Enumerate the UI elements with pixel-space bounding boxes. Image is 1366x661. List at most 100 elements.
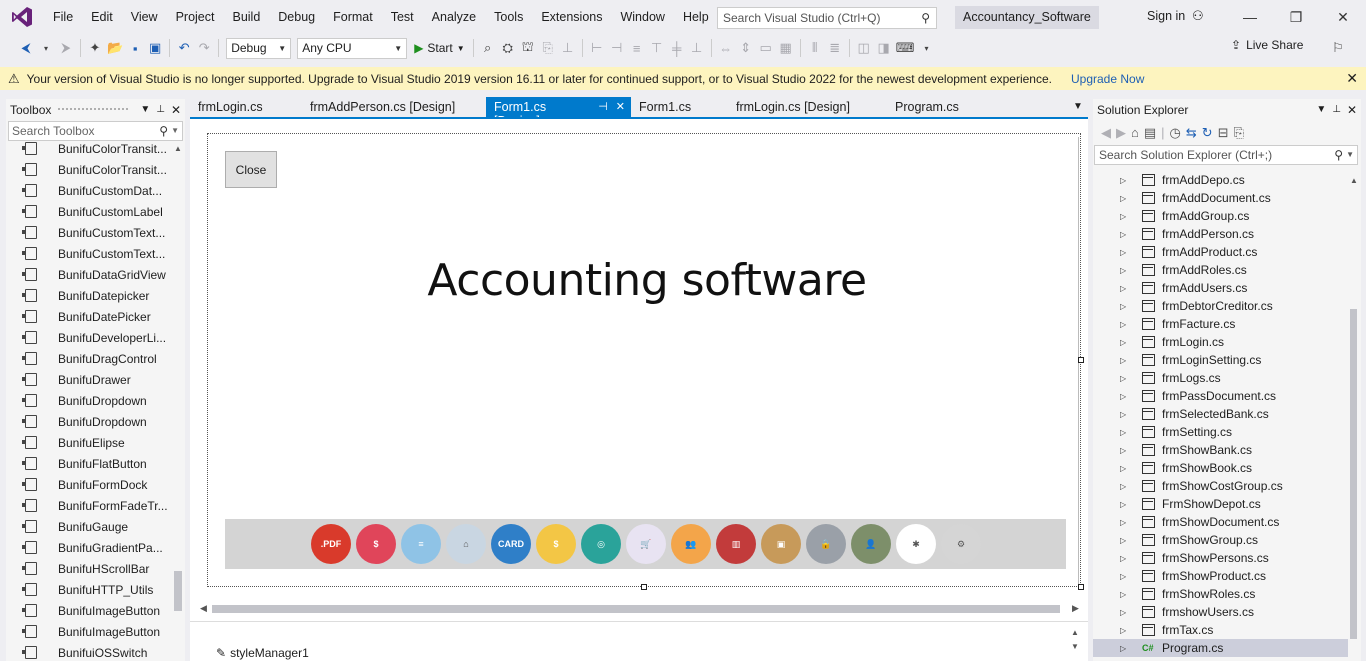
forward-icon[interactable]: ▶: [1116, 125, 1126, 141]
expand-icon[interactable]: ▷: [1120, 644, 1128, 653]
menu-item-11[interactable]: Window: [611, 0, 673, 34]
solution-file-item[interactable]: ▷ frmShowBank.cs: [1093, 441, 1348, 459]
scroll-up-icon[interactable]: ▲: [1350, 176, 1358, 185]
scroll-thumb[interactable]: [174, 571, 182, 611]
scroll-up-icon[interactable]: ▲: [174, 144, 182, 153]
align-middles-icon[interactable]: ╪: [667, 37, 687, 59]
feedback-icon[interactable]: ⚐: [1328, 37, 1348, 59]
solution-file-item[interactable]: ▷ frmShowDocument.cs: [1093, 513, 1348, 531]
solution-file-item[interactable]: ▷ FrmShowDepot.cs: [1093, 495, 1348, 513]
toolbox-item[interactable]: BunifuCustomText...: [6, 222, 172, 243]
menu-item-10[interactable]: Extensions: [532, 0, 611, 34]
size-to-grid-icon[interactable]: ▦: [776, 37, 796, 59]
expand-icon[interactable]: ▷: [1120, 590, 1128, 599]
open-file-icon[interactable]: 📂: [105, 37, 125, 59]
align-tops-icon[interactable]: ⊤: [647, 37, 667, 59]
expand-icon[interactable]: ▷: [1120, 626, 1128, 635]
solution-file-item[interactable]: ▷ frmShowProduct.cs: [1093, 567, 1348, 585]
card-icon[interactable]: CARD: [491, 524, 531, 564]
tab-0[interactable]: frmLogin.cs: [190, 97, 302, 118]
solution-search-input[interactable]: Search Solution Explorer (Ctrl+;) ⚲ ▼: [1094, 145, 1358, 165]
solution-file-item[interactable]: ▷ frmshowUsers.cs: [1093, 603, 1348, 621]
solution-file-item[interactable]: ▷ frmTax.cs: [1093, 621, 1348, 639]
scroll-thumb[interactable]: [1350, 309, 1357, 639]
expand-icon[interactable]: ▷: [1120, 266, 1128, 275]
solution-file-item[interactable]: ▷ frmLogs.cs: [1093, 369, 1348, 387]
tab-2[interactable]: Form1.cs [Design] ⊣ ✕: [486, 97, 631, 128]
toolbox-item[interactable]: BunifuFlatButton: [6, 453, 172, 474]
restore-icon[interactable]: ❐: [1273, 5, 1319, 29]
toolbox-item[interactable]: BunifuDeveloperLi...: [6, 327, 172, 348]
tab-3[interactable]: Form1.cs: [631, 97, 728, 118]
find-icon[interactable]: ⌕: [478, 37, 498, 59]
same-size-icon[interactable]: ▭: [756, 37, 776, 59]
money-chart-icon[interactable]: $: [356, 524, 396, 564]
tab-overflow-icon[interactable]: ▼: [1073, 101, 1083, 112]
tab-5[interactable]: Program.cs: [887, 97, 959, 118]
platform-select[interactable]: Any CPU ▼: [297, 37, 408, 59]
settings-icon[interactable]: ⚙: [941, 524, 981, 564]
toolbox-item[interactable]: BunifuElipse: [6, 432, 172, 453]
start-button[interactable]: ▶ Start ▼: [410, 41, 469, 55]
expand-icon[interactable]: ▷: [1120, 464, 1128, 473]
solution-file-item[interactable]: ▷ frmShowPersons.cs: [1093, 549, 1348, 567]
expand-icon[interactable]: ▷: [1120, 392, 1128, 401]
tab-4[interactable]: frmLogin.cs [Design]: [728, 97, 887, 118]
solution-file-item[interactable]: ▷ frmAddPerson.cs: [1093, 225, 1348, 243]
close-icon[interactable]: ✕: [1347, 103, 1357, 117]
expand-icon[interactable]: ▷: [1120, 302, 1128, 311]
toolbox-item[interactable]: BunifuImageButton: [6, 621, 172, 642]
expand-icon[interactable]: ▷: [1120, 194, 1128, 203]
send-back-icon[interactable]: ◨: [874, 37, 894, 59]
form-icon-strip[interactable]: .PDF $ ≡ ⌂ CARD $ ◎ 🛒 👥 ▥ ▣ 🔒 👤 ✱ ⚙: [225, 519, 1066, 569]
solution-scrollbar[interactable]: ▲: [1348, 171, 1359, 661]
expand-icon[interactable]: ▷: [1120, 500, 1128, 509]
solution-file-item[interactable]: ▷ frmAddRoles.cs: [1093, 261, 1348, 279]
solution-file-item[interactable]: ▷ frmAddProduct.cs: [1093, 243, 1348, 261]
back-icon[interactable]: ◀: [1101, 125, 1111, 141]
toolbox-item[interactable]: BunifuColorTransit...: [6, 159, 172, 180]
menu-item-2[interactable]: View: [122, 0, 167, 34]
solution-file-item[interactable]: ▷ frmPassDocument.cs: [1093, 387, 1348, 405]
menu-item-1[interactable]: Edit: [82, 0, 122, 34]
toolbox-item[interactable]: BunifuDataGridView: [6, 264, 172, 285]
account-icon[interactable]: ⚇: [1192, 8, 1204, 24]
chevron-down-icon[interactable]: ▼: [171, 126, 179, 135]
network-icon[interactable]: ✱: [896, 524, 936, 564]
pin-icon[interactable]: ⊥: [1332, 104, 1341, 115]
style-manager-component[interactable]: ✎ styleManager1: [216, 646, 309, 660]
form-close-button[interactable]: Close: [225, 151, 277, 188]
solution-file-item[interactable]: ▷ frmSelectedBank.cs: [1093, 405, 1348, 423]
menu-item-9[interactable]: Tools: [485, 0, 532, 34]
toolbox-item[interactable]: BunifuDrawer: [6, 369, 172, 390]
users-icon[interactable]: 👥: [671, 524, 711, 564]
expand-icon[interactable]: ▷: [1120, 518, 1128, 527]
solution-file-item[interactable]: ▷ frmAddUsers.cs: [1093, 279, 1348, 297]
scroll-right-icon[interactable]: ▶: [1072, 603, 1079, 614]
tab-1[interactable]: frmAddPerson.cs [Design]: [302, 97, 486, 118]
menu-item-4[interactable]: Build: [223, 0, 269, 34]
expand-icon[interactable]: ▷: [1120, 356, 1128, 365]
minimize-icon[interactable]: —: [1227, 5, 1273, 29]
toolbox-scrollbar[interactable]: ▲: [173, 139, 184, 661]
save-icon[interactable]: ▪: [125, 37, 145, 59]
menu-item-6[interactable]: Format: [324, 0, 382, 34]
align-bottoms-icon[interactable]: ⊥: [687, 37, 707, 59]
toolbox-item[interactable]: BunifuiOSSwitch: [6, 642, 172, 661]
user-group-icon[interactable]: 👤: [851, 524, 891, 564]
pin-icon[interactable]: ⊥: [156, 104, 165, 115]
close-icon[interactable]: ✕: [1346, 70, 1358, 87]
hand-coin-icon[interactable]: $: [536, 524, 576, 564]
coins-icon[interactable]: ◎: [581, 524, 621, 564]
format-icon[interactable]: ⎘: [538, 37, 558, 59]
expand-icon[interactable]: ▷: [1120, 410, 1128, 419]
sign-in-link[interactable]: Sign in: [1147, 9, 1185, 23]
scroll-left-icon[interactable]: ◀: [200, 603, 207, 614]
solution-file-item[interactable]: ▷ frmAddGroup.cs: [1093, 207, 1348, 225]
pdf-icon[interactable]: .PDF: [311, 524, 351, 564]
back-dropdown-icon[interactable]: ▾: [36, 37, 56, 59]
chevron-down-icon[interactable]: ▼: [140, 104, 150, 115]
menu-item-3[interactable]: Project: [167, 0, 224, 34]
sync-icon[interactable]: ⇆: [1186, 125, 1197, 141]
solution-file-item[interactable]: ▷ frmAddDocument.cs: [1093, 189, 1348, 207]
